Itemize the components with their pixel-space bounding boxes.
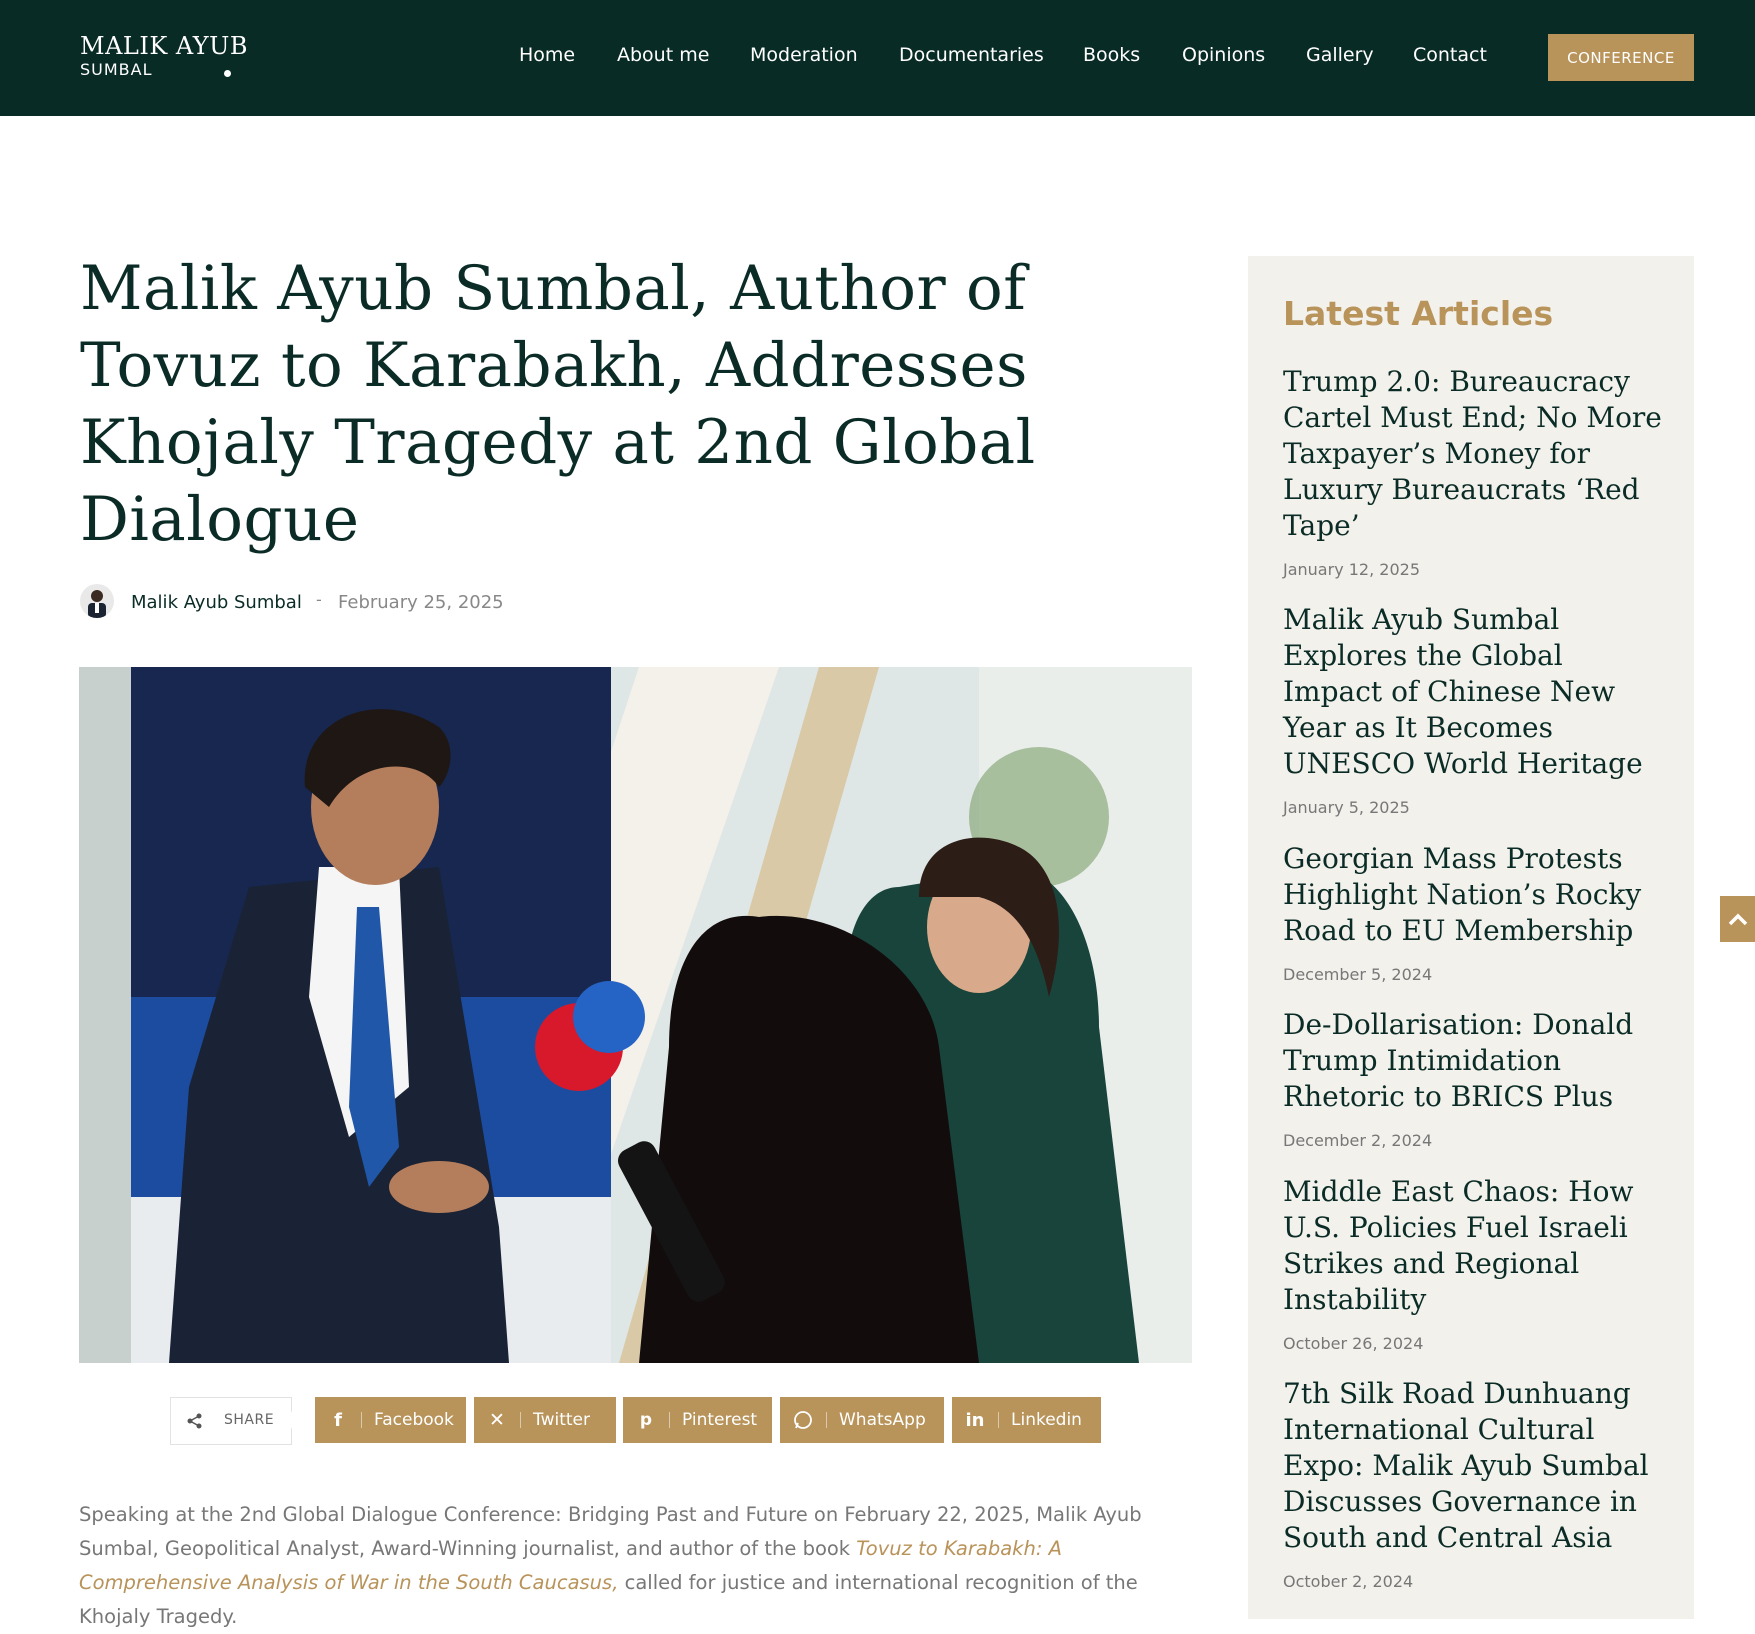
chevron-up-icon (1728, 913, 1747, 926)
button-divider (826, 1412, 827, 1428)
button-divider (669, 1412, 670, 1428)
share-box-pointer (290, 1410, 299, 1430)
share-icon (187, 1413, 202, 1429)
x-icon: ✕ (489, 1409, 505, 1431)
pinterest-label: Pinterest (682, 1410, 758, 1430)
facebook-label: Facebook (374, 1410, 454, 1430)
nav-documentaries[interactable]: Documentaries (899, 44, 1044, 66)
button-divider (520, 1412, 521, 1428)
site-header: MALIK AYUB SUMBAL Home About me Moderati… (0, 0, 1755, 116)
nav-about-me[interactable]: About me (617, 44, 709, 66)
sidebar-article-title[interactable]: 7th Silk Road Dunhuang International Cul… (1283, 1376, 1663, 1556)
sidebar-article-title[interactable]: De-Dollarisation: Donald Trump Intimidat… (1283, 1007, 1663, 1115)
button-divider (998, 1412, 999, 1428)
nav-gallery[interactable]: Gallery (1306, 44, 1374, 66)
nav-contact[interactable]: Contact (1413, 44, 1487, 66)
facebook-icon: f (334, 1409, 342, 1431)
share-facebook-button[interactable]: f Facebook (315, 1397, 466, 1443)
whatsapp-icon (780, 1410, 826, 1430)
sidebar-article-date: October 2, 2024 (1283, 1572, 1414, 1591)
sidebar-article-date: December 2, 2024 (1283, 1131, 1433, 1150)
nav-home[interactable]: Home (519, 44, 575, 66)
author-name[interactable]: Malik Ayub Sumbal (131, 592, 302, 613)
sidebar-article-date: December 5, 2024 (1283, 965, 1433, 984)
article-title: Malik Ayub Sumbal, Author of Tovuz to Ka… (80, 253, 1036, 555)
site-logo[interactable]: MALIK AYUB SUMBAL (80, 32, 248, 80)
featured-image (79, 667, 1192, 1363)
share-whatsapp-button[interactable]: WhatsApp (780, 1397, 944, 1443)
share-pinterest-button[interactable]: p Pinterest (623, 1397, 772, 1443)
sidebar-article-title[interactable]: Middle East Chaos: How U.S. Policies Fue… (1283, 1174, 1663, 1318)
button-divider (361, 1412, 362, 1428)
sidebar-article-title[interactable]: Georgian Mass Protests Highlight Nation’… (1283, 841, 1663, 949)
publish-date: February 25, 2025 (338, 592, 504, 613)
sidebar-heading: Latest Articles (1283, 294, 1554, 333)
featured-image-illustration (79, 667, 1192, 1363)
conference-button[interactable]: CONFERENCE (1548, 34, 1694, 81)
sidebar-article-title[interactable]: Malik Ayub Sumbal Explores the Global Im… (1283, 602, 1663, 782)
twitter-label: Twitter (533, 1410, 590, 1430)
logo-dot (224, 70, 231, 77)
nav-opinions[interactable]: Opinions (1182, 44, 1265, 66)
share-linkedin-button[interactable]: in Linkedin (952, 1397, 1101, 1443)
article-intro-paragraph: Speaking at the 2nd Global Dialogue Conf… (79, 1498, 1189, 1634)
nav-moderation[interactable]: Moderation (750, 44, 858, 66)
share-twitter-button[interactable]: ✕ Twitter (474, 1397, 616, 1443)
sidebar-article-date: January 12, 2025 (1283, 560, 1420, 579)
meta-separator: - (316, 590, 322, 609)
scroll-to-top-button[interactable] (1720, 896, 1755, 942)
pinterest-icon: p (639, 1410, 653, 1430)
sidebar-article-date: October 26, 2024 (1283, 1334, 1424, 1353)
sidebar-article-title[interactable]: Trump 2.0: Bureaucracy Cartel Must End; … (1283, 364, 1663, 544)
sidebar-article-date: January 5, 2025 (1283, 798, 1410, 817)
linkedin-icon: in (965, 1409, 985, 1431)
logo-line2: SUMBAL (80, 60, 153, 79)
avatar-portrait (88, 590, 106, 618)
author-avatar[interactable] (80, 584, 114, 618)
linkedin-label: Linkedin (1011, 1410, 1082, 1430)
nav-books[interactable]: Books (1083, 44, 1140, 66)
share-label: SHARE (224, 1412, 275, 1428)
logo-line1: MALIK AYUB (80, 32, 248, 60)
whatsapp-label: WhatsApp (839, 1410, 926, 1430)
